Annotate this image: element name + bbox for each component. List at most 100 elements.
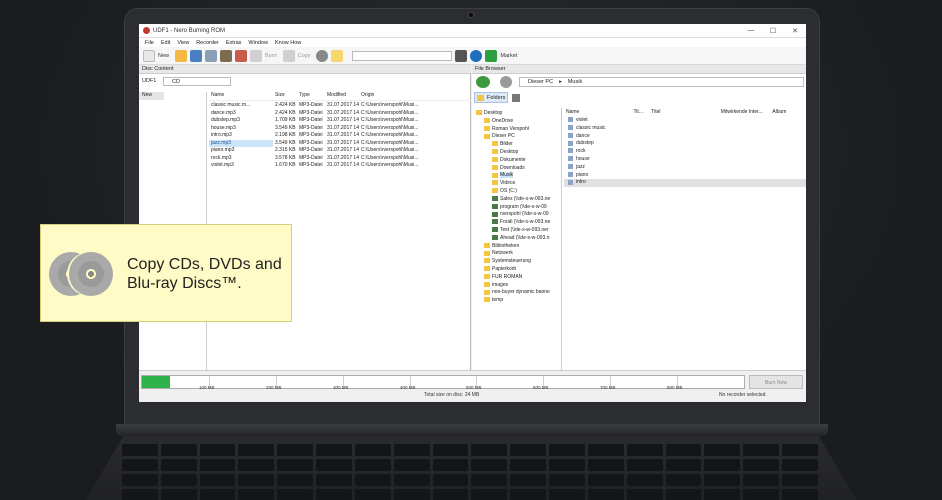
print-icon[interactable] bbox=[205, 49, 218, 62]
folder-tree-item[interactable]: Netzwerk bbox=[472, 250, 561, 258]
folder-tree-item[interactable]: non-buyer dynamic banne bbox=[472, 289, 561, 297]
folder-tree-item[interactable]: Dieser PC bbox=[472, 133, 561, 141]
disc-info-icon[interactable] bbox=[316, 49, 329, 62]
audio-file-icon bbox=[568, 124, 573, 130]
new-icon[interactable] bbox=[143, 49, 155, 62]
folder-tree-item[interactable]: Desktop bbox=[472, 149, 561, 157]
disc-type-label: UDF1 bbox=[142, 78, 157, 84]
tools-icon[interactable] bbox=[235, 49, 248, 62]
menu-item-edit[interactable]: Edit bbox=[161, 40, 170, 46]
folder-tree-item[interactable]: Musik bbox=[472, 172, 561, 180]
folder-tree-item[interactable]: Desktop bbox=[472, 110, 561, 118]
list-item[interactable]: rock bbox=[564, 148, 806, 156]
folder-tree-item[interactable]: Bilder bbox=[472, 141, 561, 149]
list-item[interactable]: dubstep bbox=[564, 140, 806, 148]
folder-tree-item[interactable]: Test (\\de-s-w-093.ner bbox=[472, 227, 561, 235]
file-row[interactable]: rock.mp3 3.578 KBMP3-Datei 31.07.2017 14:.… bbox=[209, 155, 471, 163]
burn-now-button[interactable]: Burn Now bbox=[749, 375, 803, 389]
file-row[interactable]: house.mp3 3.549 KBMP3-Datei 31.07.2017 14:… bbox=[209, 125, 471, 133]
list-column-header[interactable]: Mitwirkende Inter... bbox=[721, 108, 773, 117]
file-row[interactable]: jazz.mp33.549 KBMP3-Datei 31.07.2017 14:.… bbox=[209, 139, 471, 147]
menu-item-file[interactable]: File bbox=[145, 40, 154, 46]
folder-tree-item[interactable]: Systemsteuerung bbox=[472, 258, 561, 266]
market-button-label[interactable]: Market bbox=[500, 53, 517, 59]
open-icon[interactable] bbox=[175, 49, 188, 62]
help-icon[interactable] bbox=[331, 49, 344, 62]
column-header-type[interactable]: Type bbox=[297, 92, 325, 100]
column-header-name[interactable]: Name bbox=[209, 92, 273, 100]
keyboard-key bbox=[471, 459, 508, 471]
column-header-origin[interactable]: Origin bbox=[359, 92, 459, 100]
folder-tree-item[interactable]: rverspohl (\\de-s-w-09 bbox=[472, 211, 561, 219]
keyboard-key bbox=[587, 489, 624, 500]
file-row[interactable]: piano.mp3 2.315 KBMP3-Datei 31.07.2017 14:… bbox=[209, 147, 471, 155]
folder-tree-item[interactable]: FÜR ROMAN bbox=[472, 274, 561, 282]
folders-button[interactable]: Folders bbox=[474, 92, 508, 103]
list-column-header[interactable]: Album bbox=[772, 108, 806, 117]
folder-tree-item[interactable]: Downloads bbox=[472, 165, 561, 173]
info-icon[interactable] bbox=[470, 49, 483, 62]
recorder-select[interactable] bbox=[352, 50, 453, 61]
drive-icon[interactable] bbox=[455, 49, 468, 62]
disc-tree-root[interactable]: New bbox=[139, 92, 164, 100]
column-header-modified[interactable]: Modified bbox=[325, 92, 359, 100]
file-row[interactable]: classic music.m... 2.424 KB MP3-Datei 31.07… bbox=[209, 102, 471, 110]
list-item[interactable]: house bbox=[564, 156, 806, 164]
folder-tree-item[interactable]: images bbox=[472, 282, 561, 290]
copy-icon[interactable] bbox=[282, 49, 295, 62]
file-row[interactable]: dubstep.mp3 1.709 KB MP3-Datei 31.07.2017 1… bbox=[209, 117, 471, 125]
new-button-label[interactable]: New bbox=[158, 53, 169, 59]
save-icon[interactable] bbox=[190, 49, 203, 62]
folder-tree-item[interactable]: Videos bbox=[472, 180, 561, 188]
file-row[interactable]: intro.mp3 2.198 KBMP3-Datei 31.07.2017 14:… bbox=[209, 132, 471, 140]
folder-tree-item[interactable]: temp bbox=[472, 297, 561, 305]
breadcrumb-this-pc[interactable]: Dieser PC bbox=[528, 78, 553, 86]
menu-item-view[interactable]: View bbox=[177, 40, 189, 46]
folder-tree-item[interactable]: OneDrive bbox=[472, 118, 561, 126]
minimize-button[interactable]: — bbox=[740, 27, 762, 34]
market-icon[interactable] bbox=[485, 49, 498, 62]
menu-item-window[interactable]: Window bbox=[248, 40, 268, 46]
forward-icon[interactable] bbox=[500, 76, 512, 88]
column-header-size[interactable]: Size bbox=[273, 92, 297, 100]
burn-icon[interactable] bbox=[250, 49, 263, 62]
list-item[interactable]: jazz bbox=[564, 164, 806, 172]
library-icon[interactable] bbox=[220, 49, 233, 62]
back-icon[interactable] bbox=[476, 76, 490, 88]
breadcrumb-music[interactable]: Musik bbox=[568, 78, 582, 86]
file-row[interactable]: dance.mp3 2.424 KBMP3-Datei 31.07.2017 14:… bbox=[209, 110, 471, 118]
callout-text: Copy CDs, DVDs and Blu-ray Discs™. bbox=[127, 256, 282, 292]
maximize-button[interactable]: ☐ bbox=[762, 27, 784, 35]
list-column-header[interactable]: Name bbox=[566, 108, 633, 117]
folder-tree-item[interactable]: Ahead (\\de-s-w-093.n bbox=[472, 235, 561, 243]
menu-item-know-how[interactable]: Know How bbox=[275, 40, 301, 46]
menu-item-extras[interactable]: Extras bbox=[226, 40, 242, 46]
copy-button-label[interactable]: Copy bbox=[298, 53, 311, 59]
list-item[interactable]: piano bbox=[564, 172, 806, 180]
list-column-header[interactable]: Titel bbox=[651, 108, 720, 117]
view-toggle-icon[interactable] bbox=[512, 94, 520, 102]
list-item[interactable]: dance bbox=[564, 133, 806, 141]
list-column-header[interactable]: Tit... bbox=[633, 108, 651, 117]
menu-item-recorder[interactable]: Recorder bbox=[196, 40, 219, 46]
folder-tree-item[interactable]: Bibliotheken bbox=[472, 243, 561, 251]
list-item[interactable]: violet bbox=[564, 117, 806, 125]
folder-tree-item[interactable]: Papierkorb bbox=[472, 266, 561, 274]
file-row[interactable]: violet.mp3 1.670 KB MP3-Datei 31.07.2017 14… bbox=[209, 162, 471, 170]
disc-type-dropdown[interactable]: CD bbox=[163, 77, 231, 86]
folder-tree-item[interactable]: Forall (\\de-s-w-093.ne bbox=[472, 219, 561, 227]
folder-tree-item[interactable]: program (\\de-s-w-09 bbox=[472, 204, 561, 212]
burn-button-label[interactable]: Burn bbox=[265, 53, 277, 59]
folder-tree-label: Ahead (\\de-s-w-093.n bbox=[500, 234, 550, 241]
folder-tree-item[interactable]: Dokumente bbox=[472, 157, 561, 165]
webcam bbox=[468, 12, 474, 18]
list-item[interactable]: intro bbox=[564, 179, 806, 188]
folder-tree-label: Dokumente bbox=[500, 156, 526, 163]
list-item[interactable]: classic music bbox=[564, 125, 806, 133]
path-bar[interactable]: Dieser PC ▸ Musik bbox=[519, 77, 804, 87]
folder-tree-item[interactable]: Roman Verspohl bbox=[472, 126, 561, 134]
close-button[interactable]: ✕ bbox=[784, 27, 806, 35]
folder-tree-item[interactable]: Sales (\\de-s-w-093.ne bbox=[472, 196, 561, 204]
folder-tree-item[interactable]: OS (C:) bbox=[472, 188, 561, 196]
folder-tree-label: Dieser PC bbox=[492, 133, 515, 140]
